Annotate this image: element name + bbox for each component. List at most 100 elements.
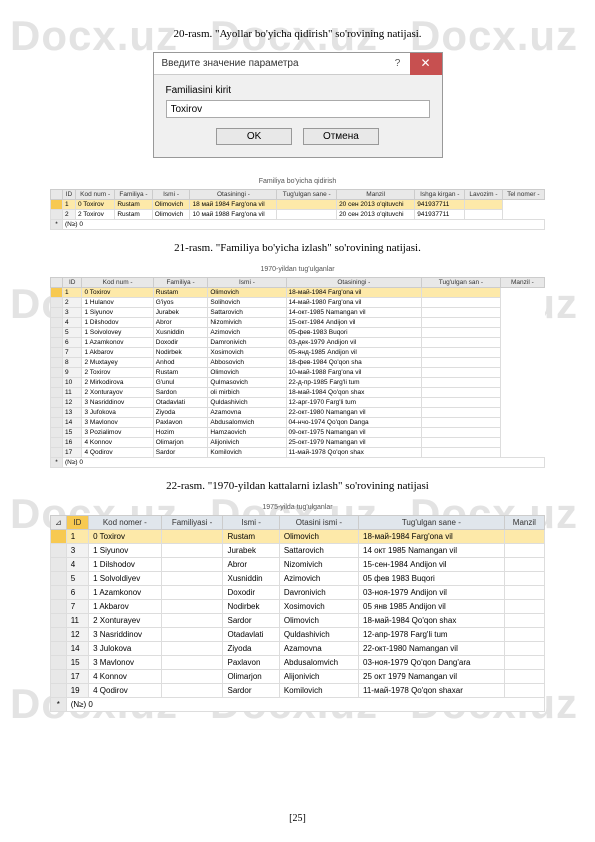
row-selector[interactable] [51, 368, 63, 378]
row-selector[interactable] [51, 438, 63, 448]
row-selector[interactable] [51, 670, 67, 684]
row-selector[interactable] [51, 378, 63, 388]
table-row[interactable]: 174 QodirovSardorKomilovich11-май-1978 Q… [51, 448, 545, 458]
table-row[interactable]: 174 KonnovOlimarjonAlijonivich25 окт 197… [51, 670, 545, 684]
row-selector[interactable] [51, 348, 63, 358]
row-selector[interactable] [51, 642, 67, 656]
column-header[interactable]: ID [66, 516, 88, 530]
column-header[interactable]: Kod nomer - [89, 516, 161, 530]
row-selector[interactable] [51, 408, 63, 418]
table-row[interactable]: 143 MavlonovPaxlavonAbdusalomvich04-нчо-… [51, 418, 545, 428]
column-header[interactable]: Tug'ulgan sane - [359, 516, 505, 530]
row-selector[interactable] [51, 308, 63, 318]
row-selector[interactable] [51, 544, 67, 558]
column-header[interactable]: Tug'ulgan san - [422, 278, 501, 288]
table-row[interactable]: 51 SoivoloveyXusniddinAzimovich05-фев-19… [51, 328, 545, 338]
column-header[interactable]: Ismi - [223, 516, 279, 530]
row-selector[interactable] [51, 200, 63, 210]
table-row[interactable]: 21 HulanovG'iyosSolihovich14-май-1980 Fa… [51, 298, 545, 308]
column-header[interactable]: Kod num - [75, 190, 114, 200]
ok-button[interactable]: OK [216, 128, 292, 145]
table-row[interactable]: 31 SiyunovJurabekSattarovich14-окт-1985 … [51, 308, 545, 318]
row-selector[interactable] [51, 572, 67, 586]
table-row[interactable]: 61 AzamkonovDoxodirDamronivich03-дек-197… [51, 338, 545, 348]
row-selector[interactable] [51, 656, 67, 670]
table-row[interactable]: 123 NasriddinovOtadavlatiQuldashivich12-… [51, 628, 545, 642]
column-header[interactable]: Manzil [504, 516, 544, 530]
table1-title: Familiya bo'yicha qidirish [50, 178, 545, 185]
table-row[interactable]: 10 ToxirovRustamOlimovich18-май-1984 Far… [51, 288, 545, 298]
help-icon[interactable]: ? [386, 58, 410, 69]
cell: Xusniddin [153, 328, 208, 338]
column-header[interactable]: ID [63, 278, 82, 288]
column-header[interactable]: Otasiningi - [190, 190, 277, 200]
row-selector[interactable] [51, 210, 63, 220]
cell [161, 670, 223, 684]
column-header[interactable]: Manzil [337, 190, 415, 200]
row-selector[interactable] [51, 600, 67, 614]
row-selector[interactable] [51, 418, 63, 428]
row-selector[interactable] [51, 614, 67, 628]
column-header[interactable]: Ismi - [152, 190, 190, 200]
table-row[interactable]: 112 XonturayovSardonoli mirbich18-май-19… [51, 388, 545, 398]
table-row[interactable]: 143 JulokovaZiyodaAzamovna22-окт-1980 Na… [51, 642, 545, 656]
cell: Hozim [153, 428, 208, 438]
row-selector[interactable] [51, 530, 67, 544]
column-header[interactable]: Kod num - [82, 278, 153, 288]
table-row[interactable]: 41 DilshodovAbrorNizomivich15-окт-1984 A… [51, 318, 545, 328]
row-selector[interactable] [51, 586, 67, 600]
column-header[interactable]: Lavozim - [465, 190, 502, 200]
table-row[interactable]: 92 ToxirovRustamOlimovich10-май-1988 Far… [51, 368, 545, 378]
column-header[interactable]: Otasini ismi - [279, 516, 358, 530]
row-selector[interactable] [51, 298, 63, 308]
row-selector[interactable] [51, 328, 63, 338]
table-row[interactable]: 194 QodirovSardorKomilovich11-май-1978 Q… [51, 684, 545, 698]
table-row[interactable]: 82 MuxtayeyAnhodAbbosovich18-фев-1984 Qo… [51, 358, 545, 368]
column-header[interactable]: ID [63, 190, 76, 200]
row-selector[interactable] [51, 318, 63, 328]
row-selector[interactable] [51, 358, 63, 368]
column-header[interactable]: Tug'ulgan sane - [277, 190, 337, 200]
table-row[interactable]: 153 MavlonovPaxlavonAbdusalomvich03-ноя-… [51, 656, 545, 670]
table-row[interactable]: 71 AkbarovNodirbekXosimovich05 янв 1985 … [51, 600, 545, 614]
cell: 3 [63, 308, 82, 318]
row-selector[interactable] [51, 448, 63, 458]
cancel-button[interactable]: Отмена [303, 128, 379, 145]
table-row[interactable]: 22 ToxirovRustamOlimovich10 май 1988 Far… [51, 210, 545, 220]
row-selector[interactable] [51, 288, 63, 298]
row-selector[interactable] [51, 338, 63, 348]
column-header[interactable]: Ismi - [208, 278, 286, 288]
cell [504, 572, 544, 586]
column-header[interactable]: Otasiningi - [286, 278, 422, 288]
column-header[interactable]: Ishga kirgan - [415, 190, 465, 200]
table-row[interactable]: 51 SolvoldiyevXusniddinAzimovich05 фев 1… [51, 572, 545, 586]
cell: 7 [63, 348, 82, 358]
row-selector[interactable] [51, 628, 67, 642]
table-row[interactable]: 61 AzamkonovDoxodirDavronivich03-ноя-197… [51, 586, 545, 600]
table-row[interactable]: 112 XonturayevSardorOlimovich18-май-1984… [51, 614, 545, 628]
table-row[interactable]: 153 PozialimovHozimHamzaovich09-окт-1975… [51, 428, 545, 438]
cell: Paxlavon [153, 418, 208, 428]
table-row[interactable]: 102 MirkodirovaG'unulQulmasovich22-д-пр-… [51, 378, 545, 388]
column-header[interactable]: Familiya - [115, 190, 152, 200]
row-selector[interactable] [51, 398, 63, 408]
parameter-input[interactable] [166, 100, 430, 118]
table-row[interactable]: 41 DilshodovAbrorNizomivich15-сен-1984 A… [51, 558, 545, 572]
column-header[interactable]: Tel nomer - [502, 190, 544, 200]
cell: 4 Qodirov [82, 448, 153, 458]
table-row[interactable]: 123 NasriddinovOtadavlatiQuldashivich12-… [51, 398, 545, 408]
close-icon[interactable]: ✕ [410, 53, 442, 75]
table-row[interactable]: 71 AkbarovNodirbekXosimovich05-янд-1985 … [51, 348, 545, 358]
column-header[interactable]: Familiya - [153, 278, 208, 288]
column-header[interactable]: Manzil - [500, 278, 544, 288]
table-row[interactable]: 10 ToxirovRustamOlimovich18-май-1984 Far… [51, 530, 545, 544]
row-selector[interactable] [51, 388, 63, 398]
table-row[interactable]: 133 JufokovaZiyodaAzamovna22-окт-1980 Na… [51, 408, 545, 418]
row-selector[interactable] [51, 428, 63, 438]
table-row[interactable]: 164 KonnovOlimarjonAlijonivich25-окт-197… [51, 438, 545, 448]
row-selector[interactable] [51, 558, 67, 572]
row-selector[interactable] [51, 684, 67, 698]
table-row[interactable]: 10 ToxirovRustamOlimovich18 май 1984 Far… [51, 200, 545, 210]
table-row[interactable]: 31 SiyunovJurabekSattarovich14 окт 1985 … [51, 544, 545, 558]
column-header[interactable]: Familiyasi - [161, 516, 223, 530]
